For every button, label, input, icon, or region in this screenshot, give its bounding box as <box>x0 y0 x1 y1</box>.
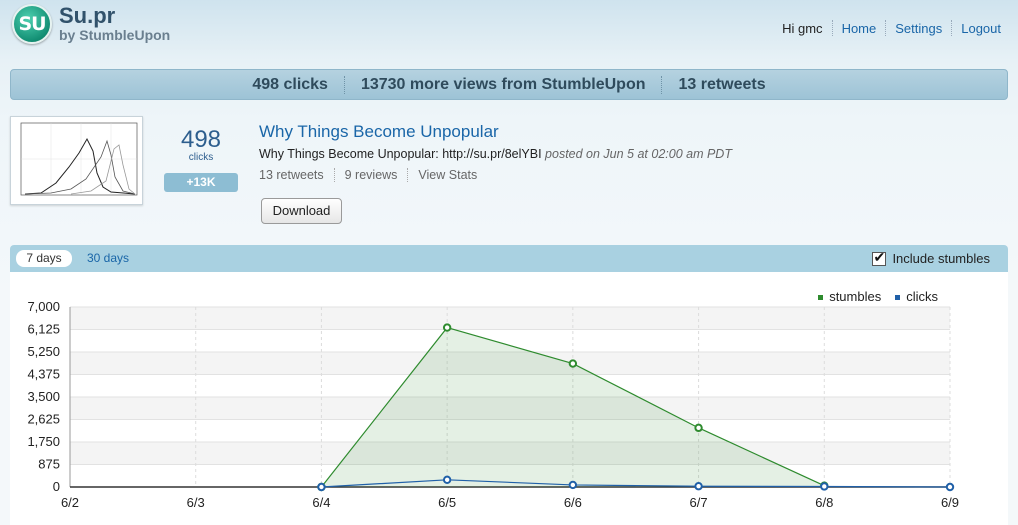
series-clicks-point <box>317 482 326 492</box>
tab-7-days[interactable]: 7 days <box>16 250 72 267</box>
include-stumbles-checkbox[interactable] <box>872 249 887 266</box>
stumbleupon-logo-icon[interactable]: SU <box>12 4 52 44</box>
app-header: SU Su.pr by StumbleUpon Hi gmc Home Sett… <box>0 0 1018 52</box>
story-click-count: 498 clicks <box>165 126 237 163</box>
x-tick-label: 6/5 <box>438 495 456 510</box>
x-tick-label: 6/4 <box>312 495 330 510</box>
include-stumbles-label: Include stumbles <box>892 251 990 266</box>
chart-grid-band <box>70 307 950 330</box>
reviews-link[interactable]: 9 reviews <box>345 168 398 182</box>
series-stumbles-point <box>694 423 703 433</box>
y-tick-label: 1,750 <box>27 434 60 449</box>
top-nav: Hi gmc Home Settings Logout <box>773 20 1010 36</box>
click-count-number: 498 <box>180 126 222 153</box>
y-tick-label: 7,000 <box>27 299 60 314</box>
y-tick-label: 3,500 <box>27 389 60 404</box>
brand-title[interactable]: Su.pr <box>59 3 115 29</box>
stat-clicks: 498 clicks <box>252 75 328 93</box>
nav-settings-link[interactable]: Settings <box>886 21 951 36</box>
x-tick-label: 6/2 <box>61 495 79 510</box>
legend-stumbles-swatch <box>818 295 824 301</box>
legend-stumbles-label: stumbles <box>829 289 882 304</box>
user-greeting: Hi gmc <box>782 20 823 36</box>
nav-home-link[interactable]: Home <box>833 21 886 36</box>
download-button[interactable]: Download <box>261 198 342 224</box>
story-post-meta: posted on Jun 5 at 02:00 am PDT <box>545 147 732 161</box>
story-thumbnail[interactable] <box>10 116 143 205</box>
series-stumbles-point <box>568 359 578 368</box>
summary-stats-bar: 498 clicks 13730 more views from Stumble… <box>10 69 1008 100</box>
link-divider <box>333 168 335 182</box>
y-tick-label: 2,625 <box>27 412 60 427</box>
x-tick-label: 6/6 <box>564 495 582 510</box>
legend-stumbles: stumbles <box>818 289 881 304</box>
retweets-link[interactable]: 13 retweets <box>259 168 324 182</box>
x-tick-label: 6/9 <box>941 495 959 510</box>
traffic-chart: 7,0006,1255,2504,3753,5002,6251,75087506… <box>27 299 959 510</box>
legend-clicks: clicks <box>895 289 938 304</box>
story-share-text: Why Things Become Unpopular: http://su.p… <box>259 147 542 161</box>
x-tick-label: 6/7 <box>690 495 708 510</box>
tab-30-days[interactable]: 30 days <box>87 250 129 267</box>
brand-subtitle: by StumbleUpon <box>59 27 171 43</box>
story-links: 13 retweets 9 reviews View Stats <box>259 168 477 182</box>
click-count-label: clicks <box>188 152 214 163</box>
thumbnail-graph-image <box>20 122 138 196</box>
x-tick-label: 6/8 <box>815 495 833 510</box>
views-badge: +13K <box>164 173 238 192</box>
y-tick-label: 0 <box>53 479 60 494</box>
series-clicks-point <box>820 482 829 491</box>
legend-clicks-swatch <box>895 295 901 301</box>
chart-panel-header: 7 days 30 days Include stumbles <box>10 245 1008 272</box>
chart-legend: stumbles clicks <box>818 289 938 304</box>
chart-panel: 7 days 30 days Include stumbles 7,000 6,1… <box>10 245 1008 525</box>
include-stumbles-toggle[interactable]: Include stumbles <box>872 249 990 266</box>
series-clicks-point <box>945 482 955 492</box>
y-tick-label: 5,250 <box>27 344 60 359</box>
y-tick-label: 875 <box>38 457 60 472</box>
series-clicks-point <box>694 482 703 491</box>
view-stats-link[interactable]: View Stats <box>418 168 477 182</box>
story-title-link[interactable]: Why Things Become Unpopular <box>259 122 499 142</box>
y-tick-label: 4,375 <box>27 367 60 382</box>
y-tick-label: 6,125 <box>27 322 60 337</box>
nav-logout-link[interactable]: Logout <box>952 21 1010 36</box>
stat-retweets: 13 retweets <box>678 75 766 93</box>
series-clicks-point <box>568 480 578 490</box>
legend-clicks-label: clicks <box>906 289 938 304</box>
x-tick-label: 6/3 <box>187 495 205 510</box>
series-clicks-point <box>442 475 452 485</box>
stat-views: 13730 more views from StumbleUpon <box>360 75 646 93</box>
link-divider <box>407 168 409 182</box>
story-share-line: Why Things Become Unpopular: http://su.p… <box>259 147 732 161</box>
series-stumbles-point <box>442 323 452 332</box>
